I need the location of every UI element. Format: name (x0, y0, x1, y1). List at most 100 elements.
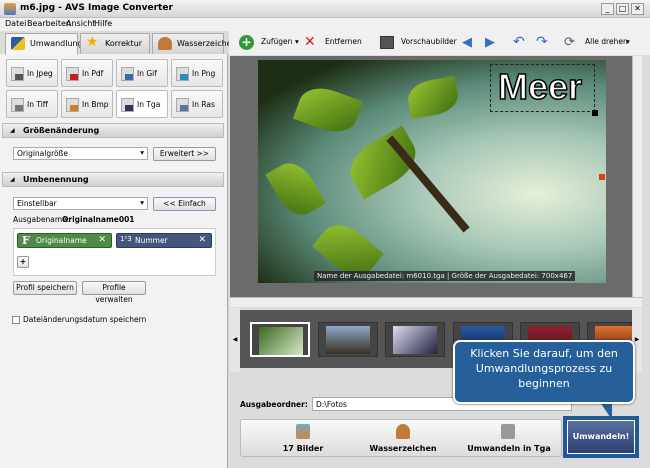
stamp-icon (158, 37, 172, 50)
minimize-button[interactable]: _ (601, 3, 614, 15)
format-button-in-png[interactable]: In Png (171, 59, 223, 87)
step-watermark[interactable]: Wasserzeichen (353, 444, 453, 453)
advanced-button[interactable]: Erweitert >> (153, 147, 216, 161)
add-tag-button[interactable]: + (17, 256, 29, 268)
format-label: In Ras (192, 100, 215, 109)
menu-datei[interactable]: Datei (5, 19, 26, 28)
thumbnail[interactable] (250, 322, 310, 357)
next-icon[interactable]: ▶ (485, 35, 495, 50)
images-icon (296, 424, 310, 439)
resize-select[interactable]: Originalgröße (13, 147, 148, 160)
stamp-icon (396, 424, 410, 439)
format-button-in-jpeg[interactable]: In Jpeg (6, 59, 58, 87)
add-button[interactable]: Zufügen (261, 37, 292, 46)
app-icon (4, 3, 16, 15)
rotate-all-button[interactable]: Alle drehen (585, 37, 628, 46)
thumbnails-icon[interactable] (380, 36, 394, 49)
steps-bar: 17 Bilder Wasserzeichen Umwandeln in Tga (240, 419, 562, 457)
format-label: In Pdf (82, 69, 104, 78)
star-icon: ★ (86, 34, 99, 50)
previous-icon[interactable]: ◀ (462, 35, 472, 50)
maximize-button[interactable]: □ (616, 3, 629, 15)
step-images[interactable]: 17 Bilder (253, 444, 353, 453)
rotate-all-dropdown-icon[interactable]: ▾ (626, 37, 630, 46)
resize-section-header[interactable]: Größenänderung (2, 123, 224, 138)
callout-tooltip: Klicken Sie darauf, um den Umwandlungspr… (453, 340, 635, 404)
output-folder-label: Ausgabeordner: (240, 400, 308, 409)
convert-icon (11, 37, 25, 50)
keep-date-label: Dateiänderungsdatum speichern (23, 315, 147, 324)
callout-tail (600, 402, 612, 420)
simple-button[interactable]: << Einfach (153, 197, 216, 211)
format-button-in-ras[interactable]: In Ras (171, 90, 223, 118)
step-convert-format[interactable]: Umwandeln in Tga (454, 444, 564, 453)
thumbnail[interactable] (318, 322, 378, 357)
file-format-icon (121, 98, 134, 112)
watermark-text[interactable]: Meer (497, 65, 583, 108)
file-format-icon (176, 98, 189, 112)
strip-left-arrow[interactable]: ◀ (230, 308, 240, 372)
number-icon: 1²3 (120, 235, 132, 243)
preview-caption: Name der Ausgabedatei: m6010.tga | Größe… (314, 271, 576, 281)
file-format-icon (66, 98, 79, 112)
file-format-icon (11, 98, 24, 112)
tab-umwandlung[interactable]: Umwandlung (5, 33, 83, 55)
tab-label: Umwandlung (30, 39, 83, 48)
remove-tag-icon[interactable]: ✕ (198, 235, 206, 245)
format-button-in-pdf[interactable]: In Pdf (61, 59, 113, 87)
menu-hilfe[interactable]: Hilfe (94, 19, 112, 28)
rename-section-header[interactable]: Umbenennung (2, 172, 224, 187)
thumbnail[interactable] (385, 322, 445, 357)
format-button-in-tiff[interactable]: In Tiff (6, 90, 58, 118)
title-bar: m6.jpg - AVS Image Converter _ □ ✕ (0, 0, 650, 18)
manage-profiles-button[interactable]: Profile verwalten (82, 281, 146, 304)
output-name-value: Originalname001 (62, 215, 135, 224)
tab-wasserzeichen[interactable]: Wasserzeichen (152, 33, 237, 54)
rotate-all-icon[interactable]: ⟳ (564, 35, 575, 50)
format-label: In Tga (137, 100, 161, 109)
tab-label: Wasserzeichen (177, 39, 237, 48)
format-label: In Tiff (27, 100, 48, 109)
tab-label: Korrektur (105, 39, 143, 48)
file-format-icon (121, 67, 134, 81)
tag-originalname[interactable]: F Originalname ✕ (17, 233, 112, 248)
menu-bar: Datei Bearbeiten Ansicht Hilfe (0, 18, 650, 31)
tag-label: Originalname (36, 236, 87, 245)
add-icon[interactable]: + (239, 35, 254, 50)
vertical-scrollbar[interactable] (632, 56, 642, 297)
horizontal-scrollbar[interactable] (230, 297, 642, 307)
font-icon: F (22, 234, 30, 247)
rotate-handle[interactable] (599, 174, 605, 180)
add-dropdown-icon[interactable]: ▾ (295, 37, 299, 46)
tab-korrektur[interactable]: ★ Korrektur (80, 33, 150, 54)
window-title: m6.jpg - AVS Image Converter (20, 3, 173, 13)
output-name-label: Ausgabename: (13, 215, 70, 224)
file-format-icon (11, 67, 24, 81)
keep-date-checkbox[interactable] (12, 316, 20, 324)
rotate-left-icon[interactable]: ↶ (513, 34, 525, 50)
format-button-in-gif[interactable]: In Gif (116, 59, 168, 87)
convert-button[interactable]: Umwandeln! (567, 420, 635, 454)
close-button[interactable]: ✕ (631, 3, 644, 15)
remove-icon[interactable]: ✕ (304, 34, 316, 50)
file-format-icon (66, 67, 79, 81)
rename-select[interactable]: Einstellbar (13, 197, 148, 210)
format-button-in-bmp[interactable]: In Bmp (61, 90, 113, 118)
convert-format-icon (501, 424, 515, 439)
save-profile-button[interactable]: Profil speichern (13, 281, 77, 295)
thumbnails-button[interactable]: Vorschaubilder (401, 37, 457, 46)
rotate-right-icon[interactable]: ↷ (536, 34, 548, 50)
remove-button[interactable]: Entfernen (325, 37, 362, 46)
format-button-in-tga[interactable]: In Tga (116, 90, 168, 118)
toolbar: + Zufügen ▾ ✕ Entfernen Vorschaubilder ◀… (229, 31, 650, 55)
menu-ansicht[interactable]: Ansicht (66, 19, 96, 28)
file-format-icon (176, 67, 189, 81)
format-label: In Jpeg (27, 69, 53, 78)
format-label: In Png (192, 69, 216, 78)
remove-tag-icon[interactable]: ✕ (98, 235, 106, 245)
menu-bearbeiten[interactable]: Bearbeiten (27, 19, 71, 28)
tag-nummer[interactable]: 1²3 Nummer ✕ (116, 233, 212, 248)
format-label: In Gif (137, 69, 157, 78)
format-label: In Bmp (82, 100, 109, 109)
resize-handle[interactable] (592, 110, 598, 116)
